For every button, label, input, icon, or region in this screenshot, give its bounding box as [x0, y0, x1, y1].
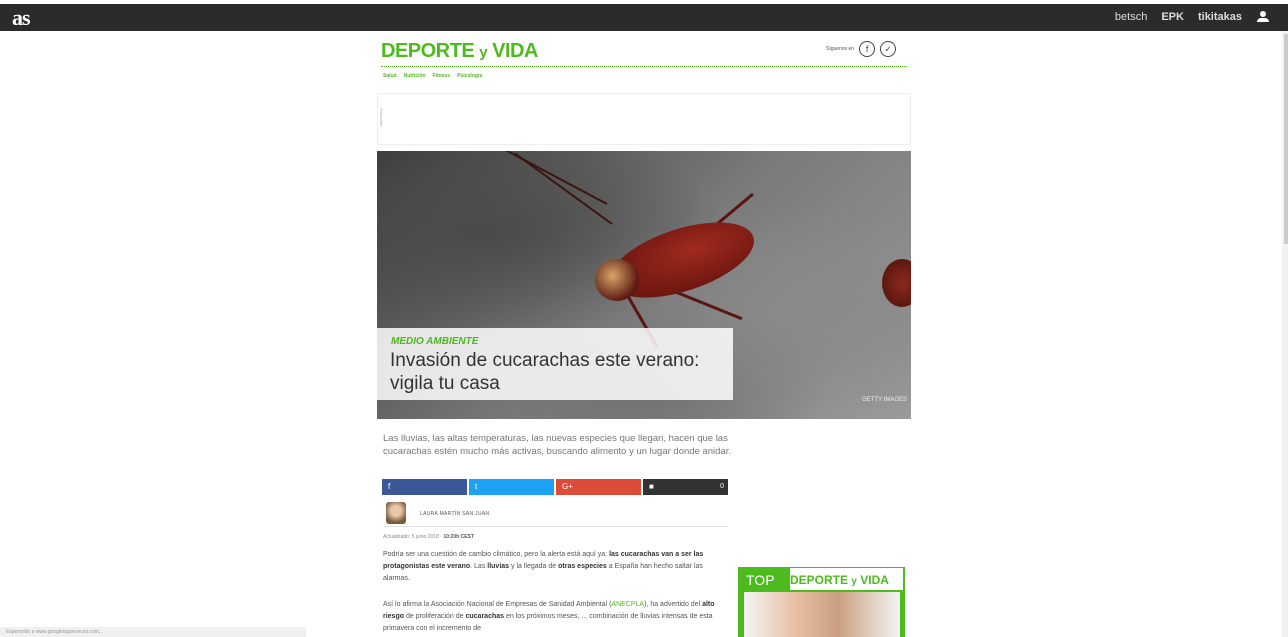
tikitakas-link[interactable]: tikitakas: [1198, 11, 1242, 23]
author-name[interactable]: LAURA MARTÍN SAN JUAN: [420, 511, 489, 517]
paragraph-text: de proliferación de: [404, 613, 466, 620]
epk-link[interactable]: EPK: [1161, 11, 1184, 23]
section-title-main: DEPORTE: [381, 40, 475, 62]
comments-button[interactable]: ■ 0: [643, 479, 728, 495]
comment-icon: ■: [649, 482, 654, 491]
facebook-icon[interactable]: f: [859, 41, 876, 57]
anecpla-link[interactable]: ANECPLA: [611, 601, 644, 608]
share-facebook-button[interactable]: f: [382, 479, 467, 495]
author-avatar[interactable]: [386, 502, 406, 524]
cockroach-head: [595, 259, 639, 301]
section-subnav: Salud Nutrición Fitness Psicología: [383, 73, 482, 79]
facebook-icon: f: [388, 482, 391, 491]
cockroach-antenna: [514, 152, 613, 225]
paragraph-text: y la llegada de: [509, 563, 559, 570]
share-googleplus-button[interactable]: G+: [556, 479, 641, 495]
publish-date: Actualizado: 5 junio 2018 · 10:20h CEST: [383, 534, 474, 540]
article-headline: Invasión de cucarachas este verano: vigi…: [390, 350, 700, 394]
second-cockroach: [882, 259, 911, 307]
as-logo[interactable]: as: [12, 5, 31, 31]
follow-us: Síguenos en f ✓: [826, 41, 897, 57]
top-subtitle: DEPORTE y VIDA: [790, 568, 903, 590]
ad-banner[interactable]: [377, 93, 911, 145]
betsch-link[interactable]: betsch: [1115, 11, 1147, 23]
author-row: LAURA MARTÍN SAN JUAN: [384, 500, 728, 527]
top-navbar: as betsch EPK tikitakas: [0, 4, 1288, 31]
comment-count: 0: [720, 483, 724, 490]
top-widget[interactable]: TOP DEPORTE y VIDA: [738, 567, 905, 637]
top-sub-end: VIDA: [860, 573, 889, 587]
paragraph-bold: lluvias: [487, 563, 510, 570]
section-divider: [381, 66, 907, 67]
article-lead: Las lluvias, las altas temperaturas, las…: [383, 433, 732, 457]
article-kicker[interactable]: MEDIO AMBIENTE: [391, 336, 478, 347]
ad-label: Publicidad: [379, 108, 384, 127]
top-widget-image[interactable]: [744, 592, 900, 637]
article-paragraph: Podría ser una cuestión de cambio climát…: [383, 549, 727, 585]
hero-caption: MEDIO AMBIENTE Invasión de cucarachas es…: [377, 328, 733, 400]
photo-credit: GETTY IMAGES: [862, 397, 907, 403]
top-links: betsch EPK tikitakas: [1115, 11, 1270, 23]
top-label: TOP: [746, 572, 775, 588]
paragraph-text: ), ha advertido del: [644, 601, 703, 608]
top-sub-y: y: [851, 576, 857, 587]
top-widget-header: TOP DEPORTE y VIDA: [738, 567, 905, 592]
user-icon[interactable]: [1256, 11, 1270, 23]
browser-status-bar: Esperando a www.googletagservices.com...: [0, 627, 306, 637]
section-title-end: VIDA: [492, 40, 538, 62]
paragraph-bold: cucarachas: [465, 613, 505, 620]
paragraph-text: Así lo afirma la Asociación Nacional de …: [383, 601, 612, 608]
section-title-y: y: [479, 44, 488, 61]
paragraph-text: Podría ser una cuestión de cambio climát…: [383, 551, 610, 558]
section-title[interactable]: DEPORTE y VIDA: [381, 40, 538, 63]
article-paragraph: Así lo afirma la Asociación Nacional de …: [383, 599, 727, 635]
subnav-nutricion[interactable]: Nutrición: [404, 73, 426, 79]
scrollbar-thumb[interactable]: [1284, 34, 1288, 244]
share-twitter-button[interactable]: t: [469, 479, 554, 495]
subnav-salud[interactable]: Salud: [383, 73, 397, 79]
googleplus-icon: G+: [562, 482, 573, 491]
date-time: 10:20h CEST: [443, 534, 474, 540]
subnav-psicologia[interactable]: Psicología: [457, 73, 482, 79]
cockroach-leg: [676, 291, 743, 321]
top-sub-main: DEPORTE: [790, 573, 849, 587]
twitter-icon[interactable]: ✓: [880, 41, 897, 57]
paragraph-bold: otras especies: [558, 563, 607, 570]
date-label: Actualizado: 5 junio 2018: [383, 534, 439, 540]
paragraph-text: . Las: [470, 563, 488, 570]
follow-label: Síguenos en: [826, 46, 855, 52]
share-bar: f t G+ ■ 0: [382, 479, 728, 495]
twitter-icon: t: [475, 482, 478, 491]
subnav-fitness[interactable]: Fitness: [433, 73, 451, 79]
hero-image[interactable]: MEDIO AMBIENTE Invasión de cucarachas es…: [377, 151, 911, 419]
